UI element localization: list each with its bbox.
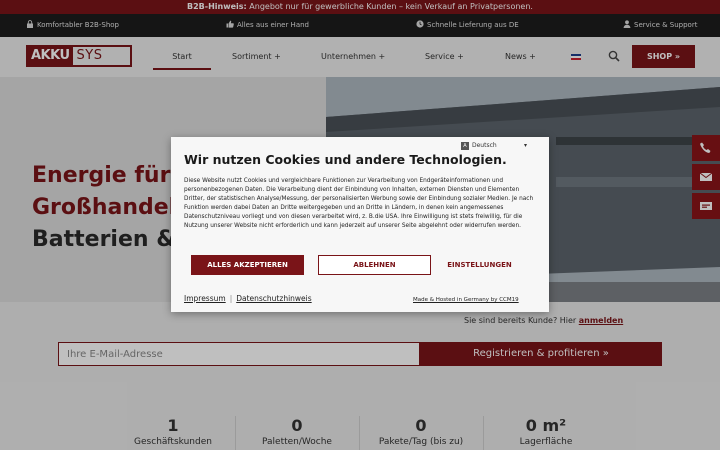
cookie-title: Wir nutzen Cookies und andere Technologi… xyxy=(184,152,507,167)
settings-button[interactable]: EINSTELLUNGEN xyxy=(423,255,536,275)
impressum-link[interactable]: Impressum xyxy=(184,294,226,303)
translate-icon: A xyxy=(461,141,469,150)
privacy-link[interactable]: Datenschutzhinweis xyxy=(236,294,311,303)
link-separator: | xyxy=(229,294,233,303)
chevron-down-icon: ▾ xyxy=(523,142,527,149)
language-select-value: Deutsch xyxy=(472,142,497,149)
cookie-description: Diese Website nutzt Cookies und vergleic… xyxy=(184,178,534,229)
cookie-footer-links: Impressum | Datenschutzhinweis xyxy=(184,294,312,303)
hosted-by-link[interactable]: Made & Hosted in Germany by CCM19 xyxy=(413,297,519,303)
reject-button[interactable]: ABLEHNEN xyxy=(318,255,431,275)
language-select[interactable]: A Deutsch ▾ xyxy=(461,140,541,152)
accept-all-button[interactable]: ALLES AKZEPTIEREN xyxy=(191,255,304,275)
cookie-consent-dialog: A Deutsch ▾ Wir nutzen Cookies und andere … xyxy=(171,137,549,312)
